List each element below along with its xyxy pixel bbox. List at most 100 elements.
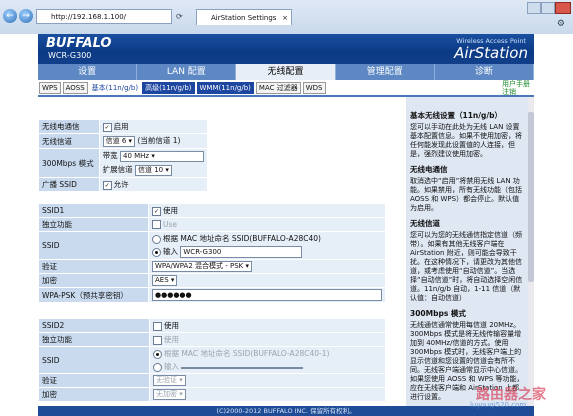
ssid-input-option-label: 输入 [163,247,178,256]
bandwidth-label: 带宽 [102,151,118,160]
subtab-wmm[interactable]: WMM(11n/g/b) [196,82,254,94]
auth-select[interactable]: WPA/WPA2 混合模式 - PSK ▾ [152,261,252,272]
subtab-aoss[interactable]: AOSS [62,82,88,94]
auth-select-value: WPA/WPA2 混合模式 - PSK [155,262,244,270]
settings-form: 无线电通信 ✓ 启用 无线信道 信道 6 ▾ (当前信道 1) 300Mbps 模… [38,97,405,416]
help-title: 基本无线设置（11n/g/b） [410,111,502,120]
tab-setup[interactable]: 设置 [38,64,138,80]
subtab-wds[interactable]: WDS [302,82,326,94]
encryption2-select-value: 无加密 [156,390,177,398]
ext-channel-select[interactable]: 信道 10 ▾ [135,165,172,176]
isolation2-use-label: 使用 [164,335,179,344]
ssid2-table: SSID2 使用 独立功能 使用 SSID 根据 MAC 地址命名 SSID(B… [38,318,386,402]
browser-toolbar: ← → http://192.168.1.100/ ⟳ AirStation S… [0,0,573,35]
main-tabs: 设置 LAN 配置 无线配置 管理配置 诊断 [38,64,535,80]
ssid2-field-label: SSID [39,347,149,373]
mode300-label: 300Mbps 模式 [39,149,99,177]
auth2-select-value: 无验证 [156,376,177,384]
tab-admin[interactable]: 管理配置 [336,64,435,80]
psk-input[interactable]: ●●●●●● [152,289,382,301]
isolation-checkbox[interactable] [152,220,161,230]
tab-diagnostics[interactable]: 诊断 [435,64,535,80]
left-margin [0,34,39,416]
window-controls [527,2,571,16]
ssid-mac-radio[interactable] [152,234,161,244]
user-manual-link[interactable]: 用户手册 [502,80,530,88]
ext-channel-label: 扩展信道 [102,165,133,174]
address-bar[interactable]: http://192.168.1.100/ [36,9,172,24]
broadcast-allow-label: 允许 [113,180,129,189]
help-panel: 基本无线设置（11n/g/b） 您可以手动在此处为无线 LAN 设置基本配置信息… [406,97,528,416]
auth2-select[interactable]: 无验证 ▾ [153,375,186,386]
bandwidth-select[interactable]: 40 MHz ▾ [120,151,204,162]
ext-channel-select-value: 信道 10 [138,166,164,174]
maximize-icon[interactable] [541,2,555,14]
ssid2-mac-radio[interactable] [153,349,162,359]
wireless-enable-checkbox[interactable]: ✓ [102,122,112,132]
help-heading-300mbps: 300Mbps 模式 [410,309,466,318]
help-intro: 您可以手动在此处为无线 LAN 设置基本配置信息。如果不使用加密，将任何能发现此… [410,123,522,158]
ssid2-use-checkbox[interactable] [153,321,162,331]
help-channel-text: 您可以为您的无线通信指定信道（频带）。如果有其他无线客户端在 AirStatio… [410,231,523,302]
auth-label: 验证 [39,260,148,273]
model-name: WCR-G300 [48,51,92,60]
tab-wireless[interactable]: 无线配置 [236,64,336,80]
logout-link[interactable]: 注销 [502,88,530,96]
tab-close-icon[interactable]: × [282,10,288,26]
ssid2-label: SSID2 [39,319,149,332]
isolation2-checkbox[interactable] [153,335,162,345]
broadcast-label: 广播 SSID [39,178,99,191]
ssid2-input-option-label: 输入 [164,362,179,371]
current-channel: (当前信道 1) [137,136,181,145]
watermark-url: luyouqi520.com [470,401,527,409]
subtab-wps[interactable]: WPS [39,82,61,94]
minimize-icon[interactable] [527,2,541,14]
help-wireless-text: 取消选中“启用”将禁用无线 LAN 功能。如果禁用，所有无线功能（包括 AOSS… [410,177,522,212]
ssid-input-radio[interactable] [152,247,161,257]
ssid2-use-label: 使用 [164,321,179,330]
ssid2-input-radio[interactable] [153,362,162,372]
ssid2-input[interactable] [181,367,304,369]
bandwidth-select-value: 40 MHz [123,152,150,160]
subtab-mac-filter[interactable]: MAC 过滤器 [255,82,301,94]
ssid2-mac-option-label: 根据 MAC 地址命名 SSID(BUFFALO-A28C40-1) [164,349,330,358]
encryption-select[interactable]: AES ▾ [152,275,178,286]
help-heading-wireless: 无线电通信 [410,165,448,174]
ssid-mac-option-label: 根据 MAC 地址命名 SSID(BUFFALO-A28C40) [163,234,321,243]
encryption2-label: 加密 [39,388,149,401]
tab-lan[interactable]: LAN 配置 [137,64,237,80]
isolation-label: 独立功能 [39,218,148,231]
browser-tab[interactable]: AirStation Settings × [196,9,292,25]
wireless-enable-label: 启用 [113,122,129,131]
channel-select[interactable]: 信道 6 ▾ [102,136,136,147]
isolation-use-label: Use [163,219,178,229]
subtab-basic[interactable]: 基本(11n/g/b) [90,83,140,93]
ssid-input[interactable]: WCR-G300 [180,246,303,258]
ssid-label: SSID [39,232,148,259]
channel-label: 无线信道 [39,134,99,148]
ssid1-table: SSID1 ✓ 使用 独立功能 Use SSID 根据 MAC 地址命名 SSID… [38,203,386,303]
isolation2-label: 独立功能 [39,333,149,346]
encryption-select-value: AES [155,276,169,284]
refresh-icon[interactable]: ⟳ [176,12,183,21]
encryption2-select[interactable]: 无加密 ▾ [153,389,186,400]
wireless-label: 无线电通信 [39,120,99,133]
brand-logo: BUFFALO [46,36,112,51]
sub-tabs: WPS AOSS 基本(11n/g/b) 高级(11n/g/b) WMM(11n/g/b… [38,80,534,97]
help-scrollbar-thumb[interactable] [528,112,534,282]
broadcast-checkbox[interactable]: ✓ [102,180,112,190]
product-logo: AirStation [454,44,528,62]
copyright-footer: (C)2000-2012 BUFFALO INC. 保留所有权利。 [38,406,534,416]
close-icon[interactable] [555,2,571,14]
settings-gear-icon[interactable]: ⚙ [557,19,565,29]
right-margin [534,34,573,416]
ssid1-label: SSID1 [39,204,148,217]
forward-button[interactable]: → [19,9,33,23]
subtab-advanced[interactable]: 高级(11n/g/b) [142,82,195,94]
ssid1-use-label: 使用 [163,206,178,215]
back-button[interactable]: ← [3,9,17,23]
ssid1-use-checkbox[interactable]: ✓ [152,206,161,216]
auth2-label: 验证 [39,374,149,387]
psk-label: WPA-PSK（预共享密钥） [39,288,148,302]
page-header: BUFFALO WCR-G300 Wireless Access Point A… [38,34,534,64]
